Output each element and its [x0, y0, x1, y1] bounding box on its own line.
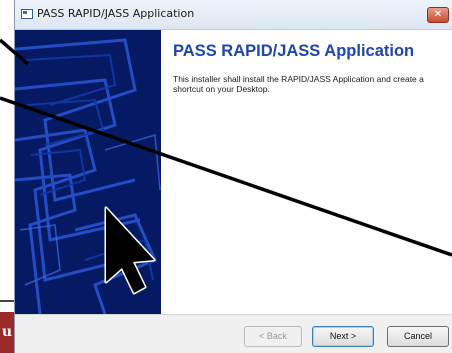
- screen: u PASS RAPID/JASS Application ✕ PASS RAP…: [0, 0, 452, 353]
- background-divider: [0, 300, 14, 302]
- installer-content: PASS RAPID/JASS Application This install…: [161, 30, 452, 314]
- window-title: PASS RAPID/JASS Application: [37, 7, 195, 20]
- page-title: PASS RAPID/JASS Application: [173, 42, 415, 60]
- next-button[interactable]: Next >: [312, 326, 374, 347]
- banner-art: [15, 30, 161, 314]
- installer-banner: [15, 30, 161, 314]
- title-bar[interactable]: PASS RAPID/JASS Application ✕: [15, 0, 452, 30]
- close-button[interactable]: ✕: [427, 7, 449, 23]
- back-button[interactable]: < Back: [244, 326, 302, 347]
- background-tab-letter: u: [1, 324, 13, 340]
- close-icon: ✕: [433, 9, 443, 20]
- description-text: This installer shall install the RAPID/J…: [173, 74, 424, 94]
- cancel-button[interactable]: Cancel: [387, 326, 449, 347]
- window-app-icon: [21, 9, 33, 19]
- installer-window: PASS RAPID/JASS Application ✕ PASS RAPID…: [14, 0, 452, 353]
- button-bar: < Back Next > Cancel: [15, 314, 452, 353]
- background-tab: u: [0, 312, 14, 353]
